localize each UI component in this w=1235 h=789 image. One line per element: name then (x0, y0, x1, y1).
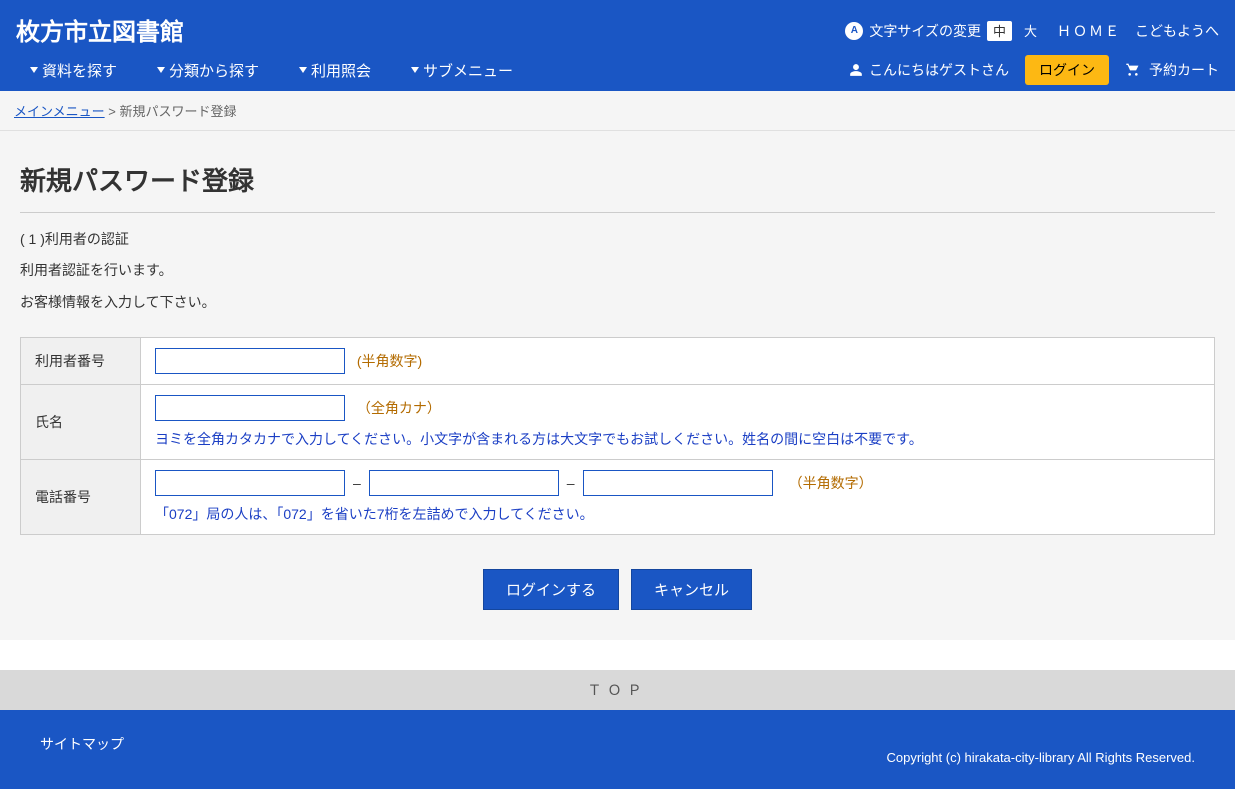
user-greeting: こんにちはゲストさん (849, 60, 1009, 80)
tel-sep-1: – (353, 475, 361, 491)
nav-item-usage-inquiry[interactable]: 利用照会 (299, 60, 371, 81)
label-name: 氏名 (21, 384, 141, 459)
instruction-2: お客様情報を入力して下さい。 (20, 291, 1215, 315)
header: 枚方市立図書館 A 文字サイズの変更 中 大 ＨＯＭＥ こどもようへ 資料を探す… (0, 0, 1235, 91)
font-size-icon: A (845, 22, 863, 40)
tel-sep-2: – (567, 475, 575, 491)
cancel-button[interactable]: キャンセル (631, 569, 752, 610)
font-size-label: 文字サイズの変更 (869, 21, 981, 41)
person-icon (849, 63, 863, 77)
tel-hint: （半角数字） (789, 473, 873, 493)
chevron-down-icon (157, 67, 165, 73)
form-table: 利用者番号 (半角数字) 氏名 （全角カナ） ヨミを全角カタカナで入力してくださ… (20, 337, 1215, 535)
breadcrumb-current: 新規パスワード登録 (119, 104, 236, 119)
chevron-down-icon (411, 67, 419, 73)
step-label: ( 1 )利用者の認証 (20, 229, 1215, 249)
cart-icon (1125, 61, 1141, 80)
submit-login-button[interactable]: ログインする (483, 569, 619, 610)
kids-link[interactable]: こどもようへ (1135, 21, 1219, 41)
nav-item-submenu[interactable]: サブメニュー (411, 60, 513, 81)
tel-input-3[interactable] (583, 470, 773, 496)
nav-label: 利用照会 (311, 60, 371, 81)
nav-item-search-material[interactable]: 資料を探す (30, 60, 117, 81)
font-size-large-button[interactable]: 大 (1018, 21, 1043, 41)
label-user-no: 利用者番号 (21, 337, 141, 384)
main-nav: 資料を探す 分類から探す 利用照会 サブメニュー (16, 60, 513, 81)
instruction-1: 利用者認証を行います。 (20, 259, 1215, 283)
login-button[interactable]: ログイン (1025, 55, 1109, 85)
user-no-hint: (半角数字) (357, 353, 422, 369)
nav-label: サブメニュー (423, 60, 513, 81)
main-content: 新規パスワード登録 ( 1 )利用者の認証 利用者認証を行います。 お客様情報を… (0, 131, 1235, 640)
breadcrumb: メインメニュー > 新規パスワード登録 (0, 91, 1235, 131)
site-title[interactable]: 枚方市立図書館 (16, 6, 184, 55)
name-note: ヨミを全角カタカナで入力してください。小文字が含まれる方は大文字でもお試しくださ… (155, 429, 1200, 449)
page-title: 新規パスワード登録 (20, 161, 1215, 213)
chevron-down-icon (299, 67, 307, 73)
cart-link[interactable]: 予約カート (1125, 60, 1219, 80)
nav-label: 分類から探す (169, 60, 259, 81)
label-tel: 電話番号 (21, 459, 141, 534)
greeting-text: こんにちはゲストさん (869, 60, 1009, 80)
font-size-medium-button[interactable]: 中 (987, 21, 1012, 41)
tel-input-2[interactable] (369, 470, 559, 496)
sitemap-link[interactable]: サイトマップ (40, 736, 124, 752)
back-to-top[interactable]: ＴＯＰ (0, 670, 1235, 710)
name-input[interactable] (155, 395, 345, 421)
button-row: ログインする キャンセル (20, 569, 1215, 610)
nav-item-search-category[interactable]: 分類から探す (157, 60, 259, 81)
chevron-down-icon (30, 67, 38, 73)
breadcrumb-sep: > (105, 104, 120, 119)
tel-note: 「072」局の人は、「072」を省いた7桁を左詰めで入力してください。 (155, 504, 1200, 524)
name-hint: （全角カナ） (357, 400, 441, 416)
user-no-input[interactable] (155, 348, 345, 374)
cart-label: 予約カート (1149, 60, 1219, 80)
breadcrumb-main-menu[interactable]: メインメニュー (14, 104, 105, 119)
font-size-control: A 文字サイズの変更 中 大 (845, 21, 1043, 41)
tel-input-1[interactable] (155, 470, 345, 496)
footer: サイトマップ Copyright (c) hirakata-city-libra… (0, 710, 1235, 789)
home-link[interactable]: ＨＯＭＥ (1057, 21, 1121, 41)
copyright: Copyright (c) hirakata-city-library All … (887, 734, 1195, 765)
nav-label: 資料を探す (42, 60, 117, 81)
